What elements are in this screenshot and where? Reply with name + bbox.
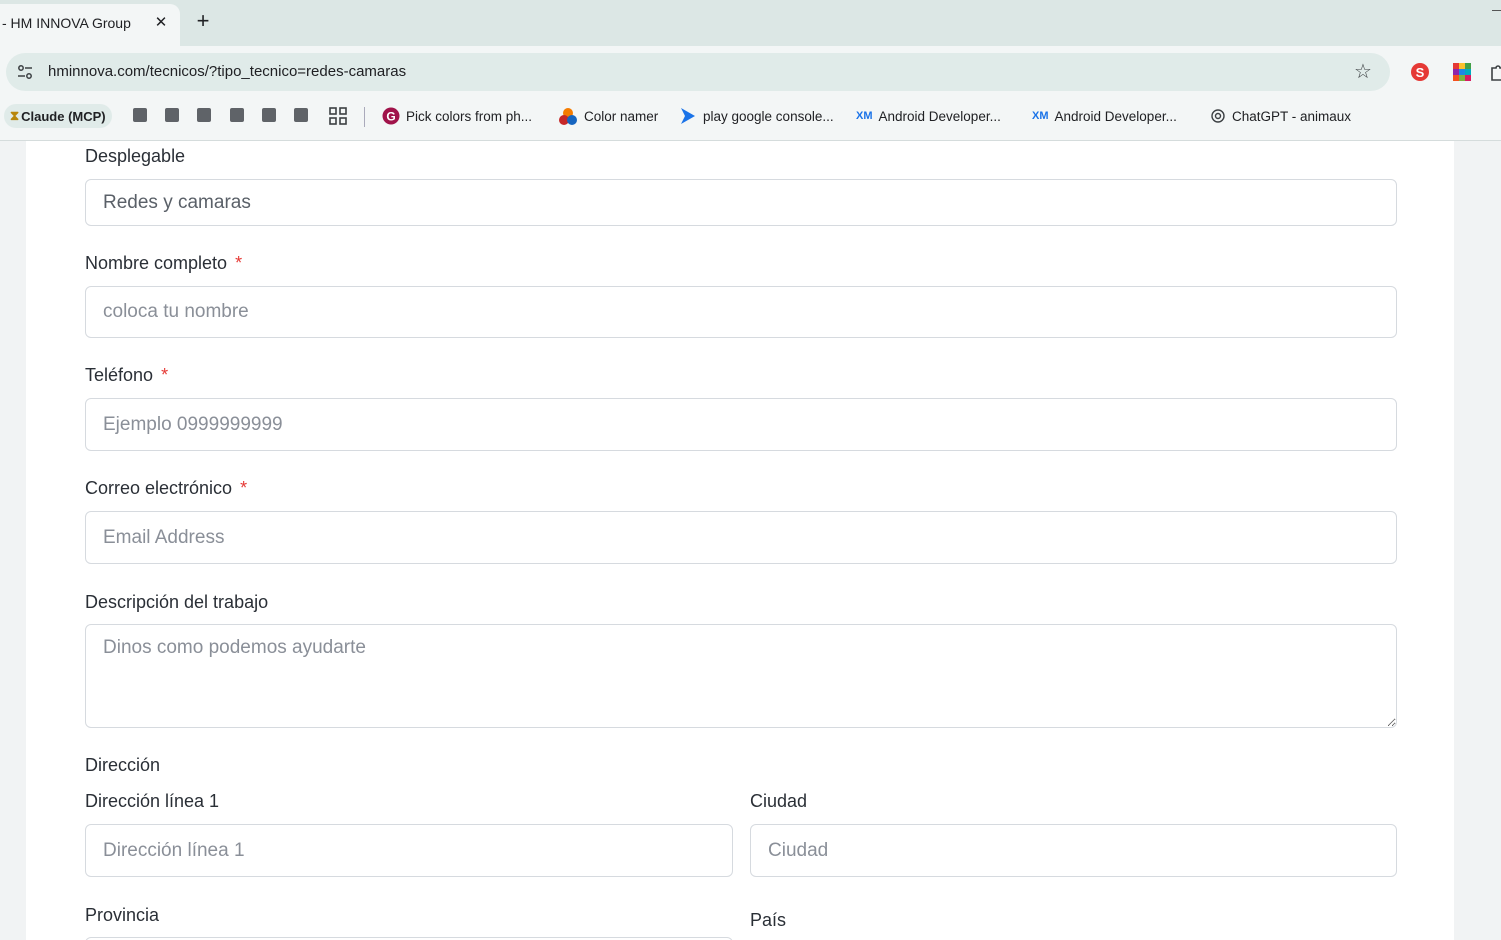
email-label: Correo electrónico *: [85, 478, 247, 499]
address-section-label: Dirección: [85, 755, 161, 775]
phone-label-text: Teléfono: [85, 365, 154, 385]
required-marker: *: [235, 253, 243, 273]
openai-icon: [1211, 109, 1225, 123]
new-tab-button[interactable]: +: [193, 8, 213, 34]
bookmark-star-icon[interactable]: ☆: [1351, 59, 1375, 84]
svg-text:S: S: [1416, 65, 1425, 80]
apps-grid-icon[interactable]: [329, 107, 347, 125]
name-label: Nombre completo *: [85, 253, 242, 274]
bookmark-android-developer-1[interactable]: XM Android Developer...: [856, 100, 1001, 132]
bookmark-folder-icon[interactable]: [230, 108, 244, 122]
address-bar[interactable]: hminnova.com/tecnicos/?tipo_tecnico=rede…: [6, 53, 1390, 91]
bookmark-label: ChatGPT - animaux: [1232, 108, 1352, 124]
city-input[interactable]: [750, 824, 1397, 877]
bookmark-android-developer-2[interactable]: XM Android Developer...: [1032, 100, 1177, 132]
address-line1-input[interactable]: [85, 824, 733, 877]
bookmark-pick-colors[interactable]: G Pick colors from ph...: [382, 100, 532, 132]
page-viewport: Desplegable Redes y camaras Nombre compl…: [0, 141, 1501, 940]
bookmark-chatgpt[interactable]: ChatGPT - animaux: [1210, 100, 1351, 132]
service-type-select[interactable]: Redes y camaras: [85, 179, 1397, 226]
bookmark-folder-icon[interactable]: [133, 108, 147, 122]
bookmark-label: Android Developer...: [878, 108, 1001, 124]
bookmark-label: Color namer: [584, 108, 659, 124]
bookmark-label: play google console...: [703, 108, 834, 124]
xm-icon: XM: [856, 110, 873, 122]
color-picker-extension-icon[interactable]: [1452, 62, 1472, 82]
bookmark-separator: [364, 107, 365, 127]
bookmark-label: Pick colors from ph...: [406, 108, 533, 124]
browser-tab[interactable]: - HM INNOVA Group ✕: [0, 4, 180, 46]
bookmark-folder-icon[interactable]: [165, 108, 179, 122]
svg-text:G: G: [386, 110, 395, 124]
name-label-text: Nombre completo: [85, 253, 228, 273]
play-console-icon: [681, 108, 695, 124]
province-label: Provincia: [85, 905, 160, 925]
seo-extension-icon[interactable]: S: [1410, 62, 1430, 82]
browser-toolbar: hminnova.com/tecnicos/?tipo_tecnico=rede…: [0, 46, 1501, 100]
bookmark-label: Android Developer...: [1054, 108, 1177, 124]
extensions-puzzle-icon[interactable]: [1490, 62, 1501, 82]
tab-strip: - HM INNOVA Group ✕ +: [0, 0, 1501, 46]
email-input[interactable]: [85, 511, 1397, 564]
job-description-textarea[interactable]: [85, 624, 1397, 728]
bookmark-color-namer[interactable]: Color namer: [558, 100, 658, 132]
full-name-input[interactable]: [85, 286, 1397, 338]
hourglass-icon: ⧗: [10, 108, 20, 123]
bookmark-label: Claude (MCP): [21, 108, 106, 124]
tab-close-icon[interactable]: ✕: [152, 13, 170, 31]
select-value: Redes y camaras: [103, 191, 251, 213]
tab-title: - HM INNOVA Group: [2, 15, 131, 31]
required-marker: *: [161, 365, 169, 385]
site-settings-icon[interactable]: [16, 63, 34, 81]
bookmark-play-console[interactable]: play google console...: [679, 100, 834, 132]
bookmarks-bar: ⧗ Claude (MCP) G Pick colors from ph... …: [0, 100, 1501, 141]
g-logo-icon: G: [382, 107, 400, 125]
phone-input[interactable]: [85, 398, 1397, 451]
bookmark-folder-icon[interactable]: [262, 108, 276, 122]
required-marker: *: [240, 478, 248, 498]
description-label: Descripción del trabajo: [85, 592, 269, 612]
email-label-text: Correo electrónico: [85, 478, 233, 498]
country-label: País: [750, 910, 787, 930]
dropdown-label: Desplegable: [85, 146, 186, 166]
bookmark-folder-icon[interactable]: [197, 108, 211, 122]
form-card: Desplegable Redes y camaras Nombre compl…: [26, 141, 1454, 940]
city-label: Ciudad: [750, 791, 808, 811]
url-text[interactable]: hminnova.com/tecnicos/?tipo_tecnico=rede…: [48, 63, 406, 80]
phone-label: Teléfono *: [85, 365, 168, 386]
color-namer-icon: [559, 108, 577, 125]
minimize-icon[interactable]: [1492, 10, 1501, 11]
bookmark-claude[interactable]: ⧗ Claude (MCP): [4, 104, 112, 128]
address-line1-label: Dirección línea 1: [85, 791, 220, 811]
xm-icon: XM: [1032, 110, 1049, 122]
bookmark-folder-icon[interactable]: [294, 108, 308, 122]
